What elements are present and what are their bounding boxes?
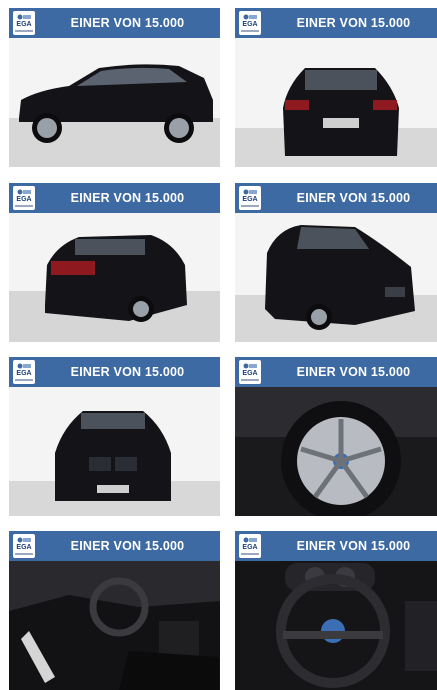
- tile-banner-title: EINER VON 15.000: [70, 365, 185, 379]
- car-rear-photo: [235, 38, 437, 167]
- tile-banner-title: EINER VON 15.000: [296, 365, 411, 379]
- photo-gallery: EGA EINER VON 15.000 EGA EINER VON 15.00…: [0, 0, 437, 690]
- tile-banner: EGA EINER VON 15.000: [9, 357, 220, 387]
- tile-banner-title: EINER VON 15.000: [296, 16, 411, 30]
- tile-banner: EGA EINER VON 15.000: [9, 183, 220, 213]
- gallery-tile-rear[interactable]: EGA EINER VON 15.000: [235, 8, 437, 167]
- tile-banner-title: EINER VON 15.000: [296, 191, 411, 205]
- tile-banner: EGA EINER VON 15.000: [235, 183, 437, 213]
- car-side-photo: [9, 38, 220, 167]
- ega-logo: EGA: [239, 360, 261, 384]
- gallery-tile-front-quarter[interactable]: EGA EINER VON 15.000: [235, 183, 437, 342]
- gallery-tile-interior[interactable]: EGA EINER VON 15.000: [9, 531, 220, 690]
- tile-banner: EGA EINER VON 15.000: [235, 8, 437, 38]
- gallery-tile-front[interactable]: EGA EINER VON 15.000: [9, 357, 220, 516]
- ega-logo: EGA: [13, 11, 35, 35]
- ega-logo: EGA: [239, 186, 261, 210]
- ega-logo: EGA: [239, 534, 261, 558]
- ega-logo: EGA: [13, 186, 35, 210]
- tile-banner-title: EINER VON 15.000: [296, 539, 411, 553]
- ega-logo: EGA: [13, 534, 35, 558]
- gallery-tile-steering-wheel[interactable]: EGA EINER VON 15.000: [235, 531, 437, 690]
- car-front-photo: [9, 387, 220, 516]
- gallery-tile-wheel[interactable]: EGA EINER VON 15.000: [235, 357, 437, 516]
- gallery-tile-rear-quarter[interactable]: EGA EINER VON 15.000: [9, 183, 220, 342]
- interior-photo: [9, 561, 220, 690]
- gallery-tile-side[interactable]: EGA EINER VON 15.000: [9, 8, 220, 167]
- steering-wheel-photo: [235, 561, 437, 690]
- car-front-quarter-photo: [235, 213, 437, 342]
- tile-banner-title: EINER VON 15.000: [70, 191, 185, 205]
- ega-logo: EGA: [13, 360, 35, 384]
- tile-banner: EGA EINER VON 15.000: [9, 531, 220, 561]
- tile-banner: EGA EINER VON 15.000: [235, 531, 437, 561]
- tile-banner-title: EINER VON 15.000: [70, 539, 185, 553]
- tile-banner: EGA EINER VON 15.000: [9, 8, 220, 38]
- tile-banner-title: EINER VON 15.000: [70, 16, 185, 30]
- ega-logo: EGA: [239, 11, 261, 35]
- car-rear-quarter-photo: [9, 213, 220, 342]
- wheel-photo: [235, 387, 437, 516]
- tile-banner: EGA EINER VON 15.000: [235, 357, 437, 387]
